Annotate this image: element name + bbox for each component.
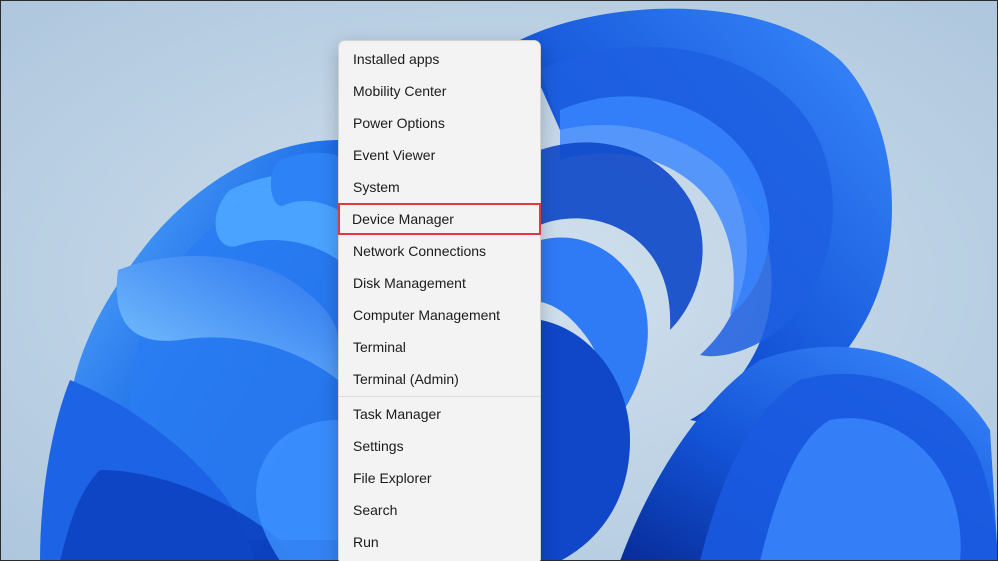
- menu-item-run[interactable]: Run: [339, 526, 540, 558]
- menu-item-network-connections[interactable]: Network Connections: [339, 235, 540, 267]
- menu-item-system[interactable]: System: [339, 171, 540, 203]
- menu-item-task-manager[interactable]: Task Manager: [339, 398, 540, 430]
- menu-item-disk-management[interactable]: Disk Management: [339, 267, 540, 299]
- menu-item-file-explorer[interactable]: File Explorer: [339, 462, 540, 494]
- menu-item-computer-management[interactable]: Computer Management: [339, 299, 540, 331]
- quick-link-context-menu[interactable]: Installed apps Mobility Center Power Optio…: [338, 40, 541, 561]
- menu-item-device-manager[interactable]: Device Manager: [338, 203, 541, 235]
- menu-item-settings[interactable]: Settings: [339, 430, 540, 462]
- menu-item-terminal-admin[interactable]: Terminal (Admin): [339, 363, 540, 395]
- desktop: Installed apps Mobility Center Power Optio…: [0, 0, 998, 561]
- menu-item-power-options[interactable]: Power Options: [339, 107, 540, 139]
- menu-item-search[interactable]: Search: [339, 494, 540, 526]
- menu-divider: [339, 396, 540, 397]
- menu-item-installed-apps[interactable]: Installed apps: [339, 43, 540, 75]
- menu-item-mobility-center[interactable]: Mobility Center: [339, 75, 540, 107]
- menu-item-terminal[interactable]: Terminal: [339, 331, 540, 363]
- menu-item-event-viewer[interactable]: Event Viewer: [339, 139, 540, 171]
